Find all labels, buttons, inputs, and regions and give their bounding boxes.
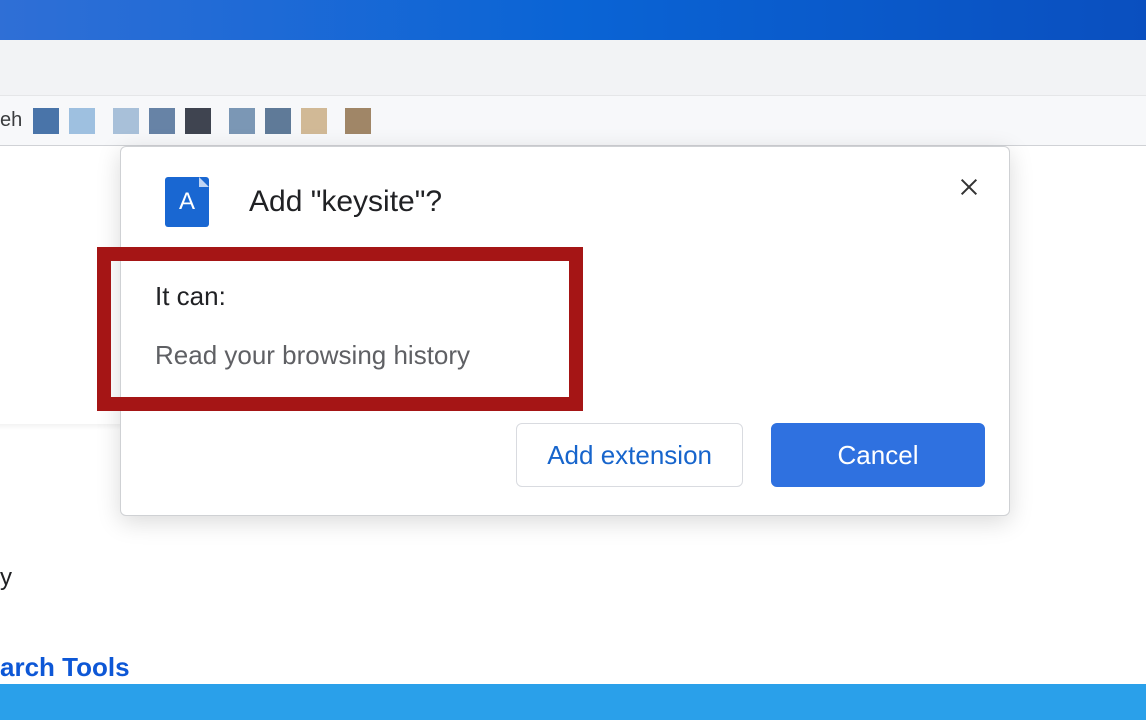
permissions-heading: It can: [155, 281, 470, 312]
add-extension-dialog: A Add "keysite"? It can: Read your brows… [120, 146, 1010, 516]
permission-item: Read your browsing history [155, 340, 470, 371]
bookmark-favicon[interactable] [149, 108, 175, 134]
bookmark-favicon[interactable] [69, 108, 95, 134]
bookmark-favicon[interactable] [185, 108, 211, 134]
bookmark-favicon[interactable] [301, 108, 327, 134]
bookmark-favicon[interactable] [113, 108, 139, 134]
bookmark-favicon[interactable] [229, 108, 255, 134]
permissions-section: It can: Read your browsing history [155, 281, 470, 371]
close-button[interactable] [951, 169, 987, 205]
bookmark-favicon[interactable] [345, 108, 371, 134]
close-icon [958, 176, 980, 198]
cancel-button[interactable]: Cancel [771, 423, 985, 487]
extension-icon: A [165, 177, 209, 227]
bookmark-favicon[interactable] [33, 108, 59, 134]
bookmark-favicon[interactable] [265, 108, 291, 134]
dialog-header: A Add "keysite"? [121, 147, 1009, 227]
search-tools-link[interactable]: arch Tools [0, 652, 130, 683]
browser-tabstrip [0, 40, 1146, 96]
window-titlebar-band [0, 0, 1146, 40]
bookmarks-bar: eh [0, 96, 1146, 146]
dialog-button-row: Add extension Cancel [516, 423, 985, 487]
add-extension-button[interactable]: Add extension [516, 423, 743, 487]
dialog-title: Add "keysite"? [249, 185, 442, 219]
toolbar-shadow [0, 424, 120, 430]
bookmark-text-fragment: eh [0, 109, 28, 132]
page-text-fragment: y [0, 564, 12, 592]
window-taskbar-band [0, 684, 1146, 720]
extension-icon-letter: A [179, 188, 195, 216]
